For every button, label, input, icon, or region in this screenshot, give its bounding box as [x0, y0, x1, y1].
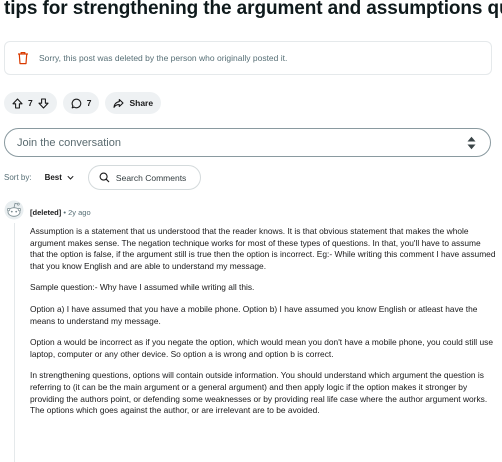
- search-placeholder: Search Comments: [115, 172, 187, 183]
- sort-label: Sort by:: [4, 173, 32, 182]
- share-arrow-icon: [113, 98, 125, 109]
- upvote-arrow-icon[interactable]: [12, 97, 23, 109]
- share-label: Share: [129, 98, 154, 108]
- comment-paragraph: Option a would be incorrect as if you ne…: [30, 337, 493, 359]
- deleted-post-banner: Sorry, this post was deleted by the pers…: [4, 41, 492, 75]
- comments-button[interactable]: 7: [62, 92, 100, 114]
- search-comments-input[interactable]: Search Comments: [87, 165, 202, 190]
- comment-meta: [deleted] • 2y ago: [30, 208, 91, 217]
- downvote-arrow-icon[interactable]: [38, 97, 49, 109]
- vote-pill: 7: [4, 92, 57, 114]
- comment-sort-bar: Sort by: Best Search Comments: [4, 165, 202, 190]
- comment-author: [deleted]: [30, 208, 62, 217]
- chevron-down-icon: [67, 175, 74, 180]
- comment-bubble-icon: [71, 98, 82, 109]
- caret-up-icon[interactable]: [467, 136, 476, 142]
- sort-dropdown[interactable]: Best: [45, 173, 75, 182]
- comment-paragraph: Sample question:- Why have I assumed whi…: [30, 282, 255, 293]
- post-action-bar: 7 7 Share: [4, 92, 162, 114]
- trash-icon: [17, 51, 29, 65]
- comment-paragraph: In strengthening questions, options will…: [30, 370, 488, 416]
- meta-separator: •: [63, 208, 66, 217]
- comment-body: Assumption is a statement that us unders…: [30, 226, 496, 427]
- composer-stepper[interactable]: [467, 136, 476, 150]
- search-icon: [99, 172, 110, 183]
- join-conversation-input[interactable]: Join the conversation: [4, 128, 491, 157]
- comment-count: 7: [86, 98, 92, 108]
- comment-paragraph: Option a) I have assumed that you have a…: [30, 303, 478, 326]
- share-button[interactable]: Share: [105, 92, 162, 114]
- comment-paragraph: Assumption is a statement that us unders…: [30, 226, 496, 271]
- deleted-notice-text: Sorry, this post was deleted by the pers…: [39, 53, 288, 63]
- vote-count: 7: [28, 98, 33, 108]
- post-title: tips for strengthening the argument and …: [4, 0, 502, 19]
- join-placeholder: Join the conversation: [17, 136, 121, 149]
- post-page: tips for strengthening the argument and …: [0, 0, 502, 462]
- thread-line[interactable]: [14, 223, 15, 462]
- comment-age: 2y ago: [68, 208, 91, 217]
- caret-down-icon[interactable]: [467, 144, 476, 150]
- sort-value: Best: [44, 173, 62, 182]
- snoo-avatar-icon[interactable]: [4, 200, 24, 220]
